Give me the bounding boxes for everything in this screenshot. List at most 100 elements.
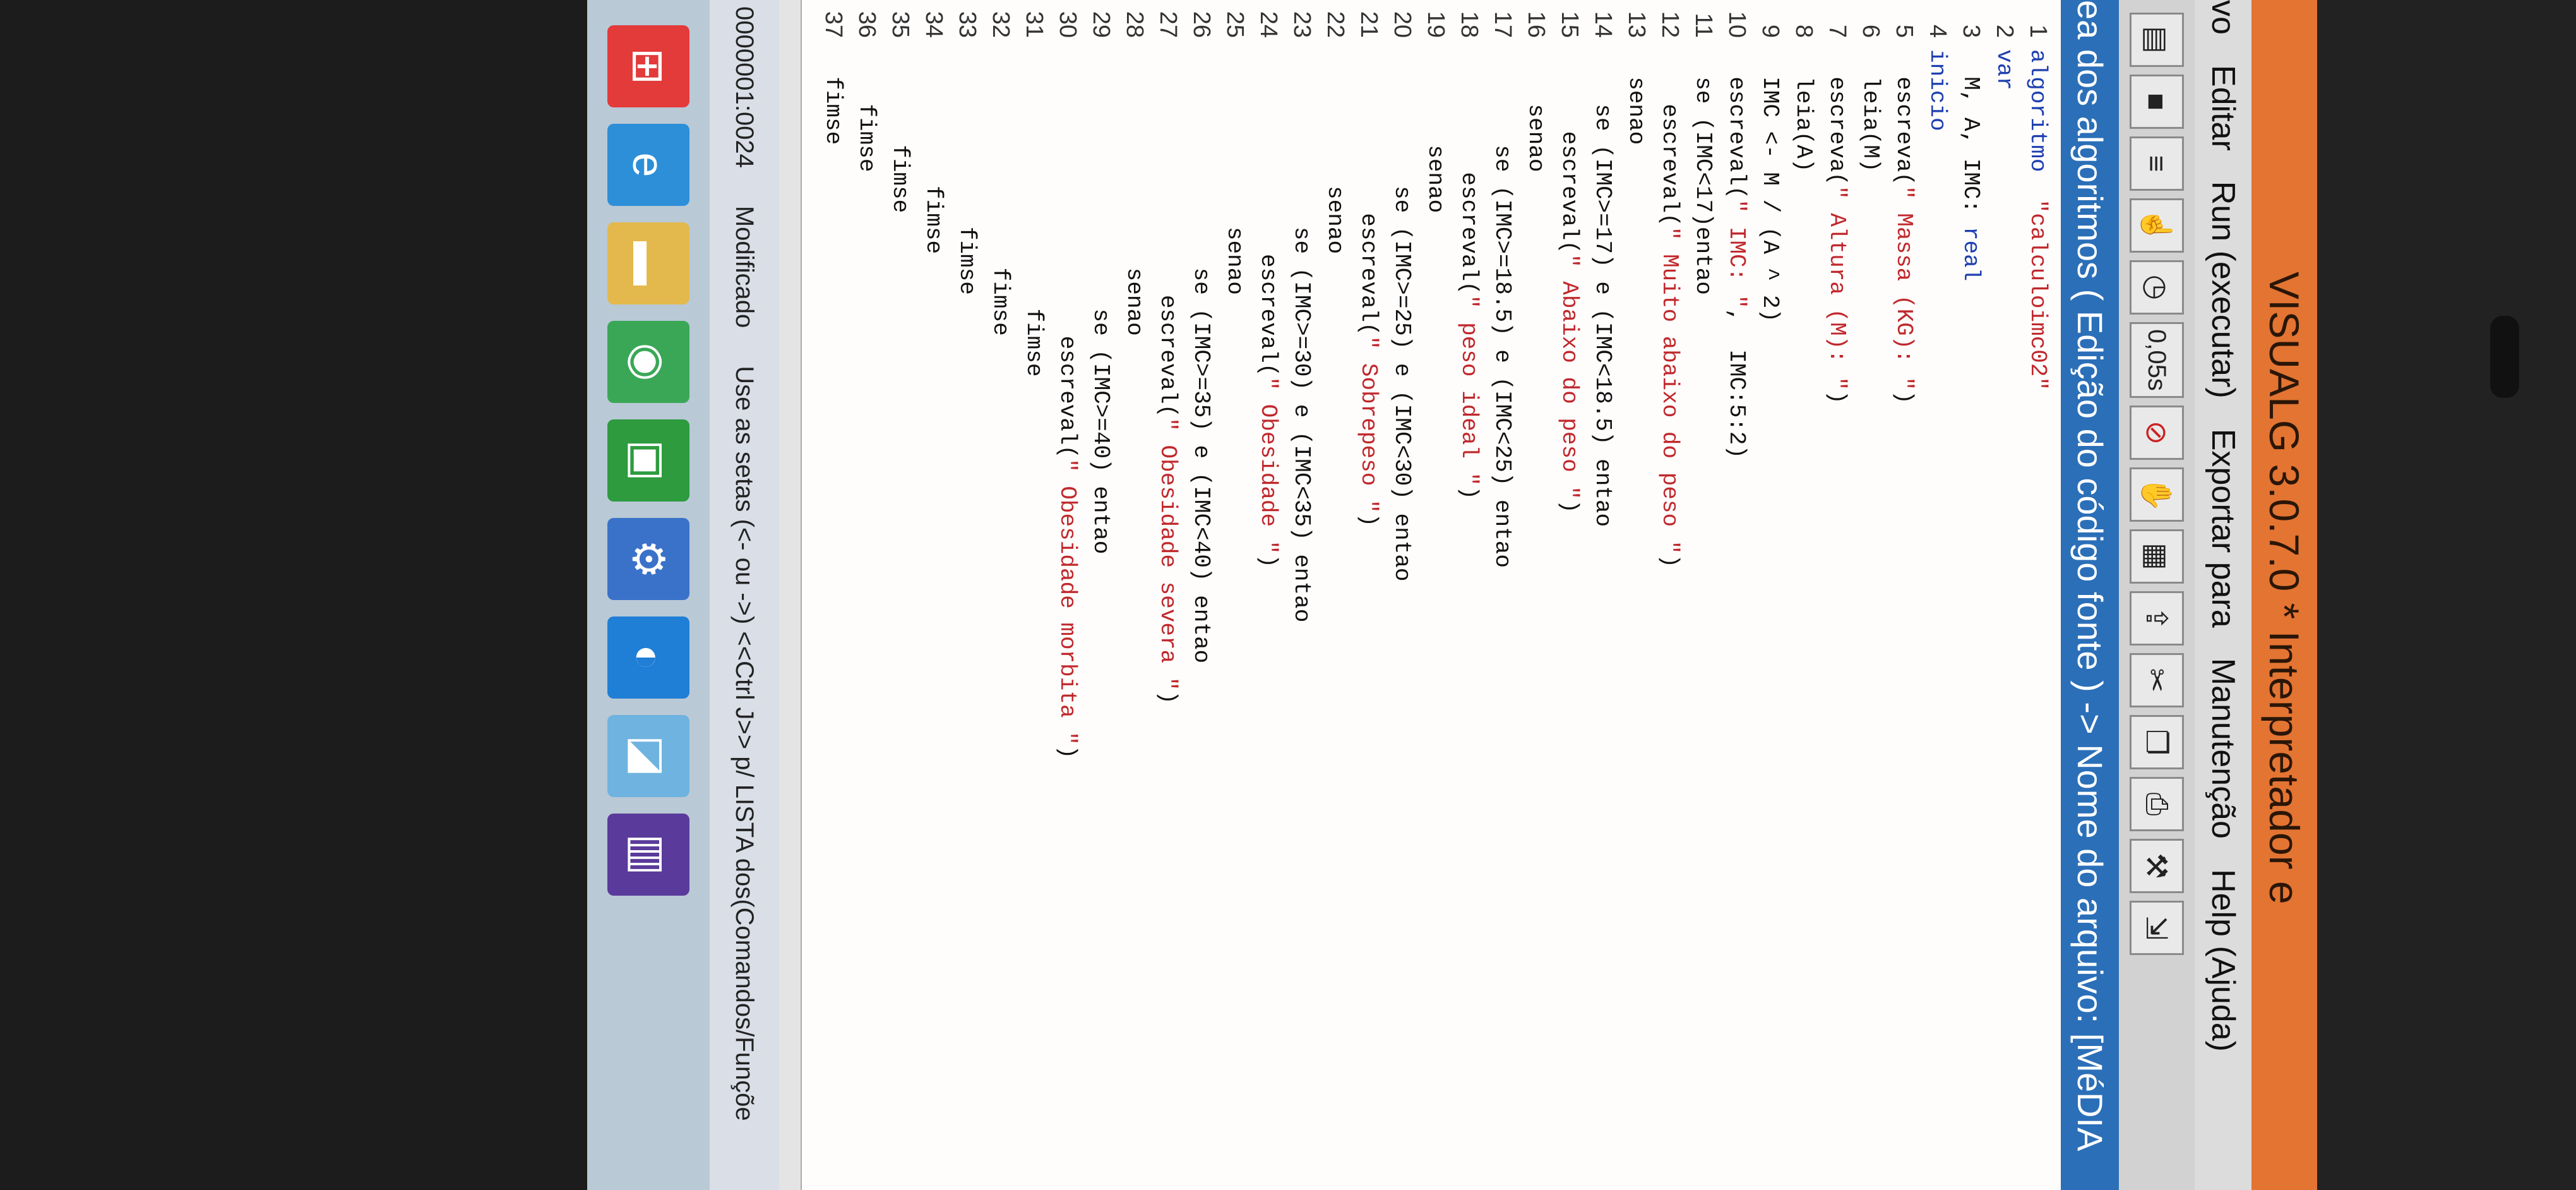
- code-string: " Sobrepeso ": [1356, 335, 1382, 514]
- line-number: 16: [1523, 11, 1550, 38]
- line-number: 29: [1088, 11, 1115, 38]
- code-text: escreval(: [1556, 49, 1583, 255]
- code-line: 25 senao: [1219, 0, 1251, 1190]
- code-text: IMC <- M / (A ^ 2): [1757, 49, 1784, 323]
- line-number: 3: [1958, 24, 1985, 38]
- settings-icon[interactable]: ⚙: [607, 518, 689, 600]
- timer-icon[interactable]: ◷: [2130, 260, 2184, 315]
- chrome-icon[interactable]: ◉: [607, 321, 689, 403]
- menu-exportar[interactable]: Exportar para: [2204, 429, 2242, 628]
- code-text: ): [1824, 390, 1851, 404]
- line-number: 10: [1724, 11, 1751, 38]
- code-line: 10 escreval(" IMC: ", IMC:5:2): [1720, 0, 1753, 1190]
- code-text: ): [1054, 745, 1081, 759]
- code-line: 31 fimse: [1018, 0, 1051, 1190]
- code-text: ): [1556, 499, 1583, 514]
- code-string: " IMC: ": [1724, 199, 1750, 309]
- horizontal-scrollbar[interactable]: [778, 0, 802, 1190]
- code-text: fimse: [854, 49, 880, 172]
- books-icon[interactable]: ▥: [607, 814, 689, 896]
- code-line: 14 se (IMC>=17) e (IMC<18.5) entao: [1587, 0, 1619, 1190]
- line-number: 34: [921, 11, 948, 38]
- ie-icon[interactable]: e: [607, 124, 689, 206]
- line-number: 18: [1456, 11, 1483, 38]
- code-text: se (IMC>=25) e (IMC<30) entao: [1389, 49, 1416, 582]
- pointer-icon[interactable]: ☝: [2130, 198, 2184, 253]
- code-line: 6 leia(M): [1854, 0, 1887, 1190]
- save-icon[interactable]: ■: [2130, 75, 2184, 129]
- code-string: " Massa (KG): ": [1891, 186, 1917, 391]
- start-icon[interactable]: ⊞: [607, 25, 689, 107]
- code-line: 2 var: [1988, 0, 2021, 1190]
- laptop-keyboard-area: [0, 0, 587, 1190]
- code-line: 21 escreval(" Sobrepeso "): [1352, 0, 1385, 1190]
- code-line: 23 se (IMC>=30) e (IMC<35) entao: [1285, 0, 1318, 1190]
- print-icon[interactable]: ⎙: [2130, 777, 2184, 831]
- code-text: senao: [1523, 49, 1549, 172]
- code-text: se (IMC>=17) e (IMC<18.5) entao: [1590, 49, 1616, 527]
- edge-icon[interactable]: ◐: [607, 616, 689, 699]
- code-text: fimse: [921, 49, 947, 255]
- code-text: senao: [1121, 49, 1148, 336]
- code-text: ): [1891, 390, 1917, 404]
- line-number: 23: [1289, 11, 1316, 38]
- line-number: 13: [1623, 11, 1650, 38]
- code-text: se (IMC>=35) e (IMC<40) entao: [1188, 49, 1215, 664]
- menu-arquivo[interactable]: vo: [2204, 0, 2242, 35]
- code-line: 9 IMC <- M / (A ^ 2): [1754, 0, 1787, 1190]
- step-icon[interactable]: ≡: [2130, 136, 2184, 191]
- code-line: 24 escreval(" Obesidade "): [1252, 0, 1285, 1190]
- menu-editar[interactable]: Editar: [2204, 65, 2242, 151]
- line-number: 24: [1255, 11, 1282, 38]
- exit-icon[interactable]: ⇲: [2130, 901, 2184, 955]
- line-number: 20: [1389, 11, 1416, 38]
- menu-run[interactable]: Run (executar): [2204, 181, 2242, 399]
- store-icon[interactable]: ▣: [607, 419, 689, 502]
- line-number: 21: [1356, 11, 1383, 38]
- code-text: escreval(: [1724, 49, 1750, 200]
- files-icon[interactable]: ◪: [607, 715, 689, 797]
- new-icon[interactable]: ▤: [2130, 13, 2184, 67]
- code-text: senao: [1422, 49, 1449, 213]
- menu-manutencao[interactable]: Manutenção: [2204, 658, 2242, 839]
- code-string: " Obesidade ": [1255, 376, 1282, 555]
- tools-icon[interactable]: ⚒: [2130, 839, 2184, 893]
- code-editor[interactable]: 1 algoritmo "calculoimc02" 2 var 3 M, A, IMC…: [779, 0, 2061, 1190]
- code-line: 35 fimse: [884, 0, 917, 1190]
- line-number: 2: [1991, 24, 2018, 38]
- code-string: " Muito abaixo do peso ": [1657, 226, 1683, 555]
- line-number: 33: [954, 11, 981, 38]
- code-string: " Altura (M): ": [1824, 186, 1851, 391]
- code-text: senao: [1623, 49, 1650, 145]
- modified-status: Modificado: [730, 205, 759, 328]
- scissors-icon[interactable]: ✂: [2130, 653, 2184, 707]
- code-line: 26 se (IMC>=35) e (IMC<40) entao: [1185, 0, 1218, 1190]
- line-number: 15: [1556, 11, 1583, 38]
- line-number: 25: [1222, 11, 1249, 38]
- code-text: fimse: [1021, 49, 1047, 377]
- hand-icon[interactable]: ✋: [2130, 467, 2184, 522]
- editor-header: ea dos algoritmos ( Edição do código fon…: [2061, 0, 2119, 1190]
- code-text: escreval(: [1456, 49, 1482, 295]
- code-text: escreval(: [1356, 49, 1382, 336]
- code-text: fimse: [954, 49, 981, 295]
- chart-icon[interactable]: ▦: [2130, 529, 2184, 584]
- code-text: se (IMC>=40) entao: [1088, 49, 1114, 555]
- copy-icon[interactable]: ❐: [2130, 715, 2184, 769]
- code-line: 36 fimse: [850, 0, 883, 1190]
- line-number: 22: [1322, 11, 1349, 38]
- line-number: 4: [1924, 24, 1952, 38]
- code-text: ): [1356, 513, 1382, 527]
- folder-icon[interactable]: ▬: [607, 222, 689, 304]
- menu-help[interactable]: Help (Ajuda): [2204, 869, 2242, 1052]
- webcam: [2490, 316, 2519, 398]
- code-string: " Obesidade morbita ": [1054, 459, 1081, 745]
- status-bar: 0000001:0024 Modificado Use as setas (<-…: [710, 0, 779, 1190]
- line-number: 35: [887, 11, 914, 38]
- code-line: 3 M, A, IMC: real: [1955, 0, 1988, 1190]
- code-string: " Abaixo do peso ": [1556, 254, 1583, 500]
- stop-icon[interactable]: ⊘: [2130, 406, 2184, 460]
- speed-select[interactable]: 0,05s: [2130, 322, 2184, 398]
- upload-icon[interactable]: ⇪: [2130, 591, 2184, 646]
- line-number: 37: [820, 11, 847, 38]
